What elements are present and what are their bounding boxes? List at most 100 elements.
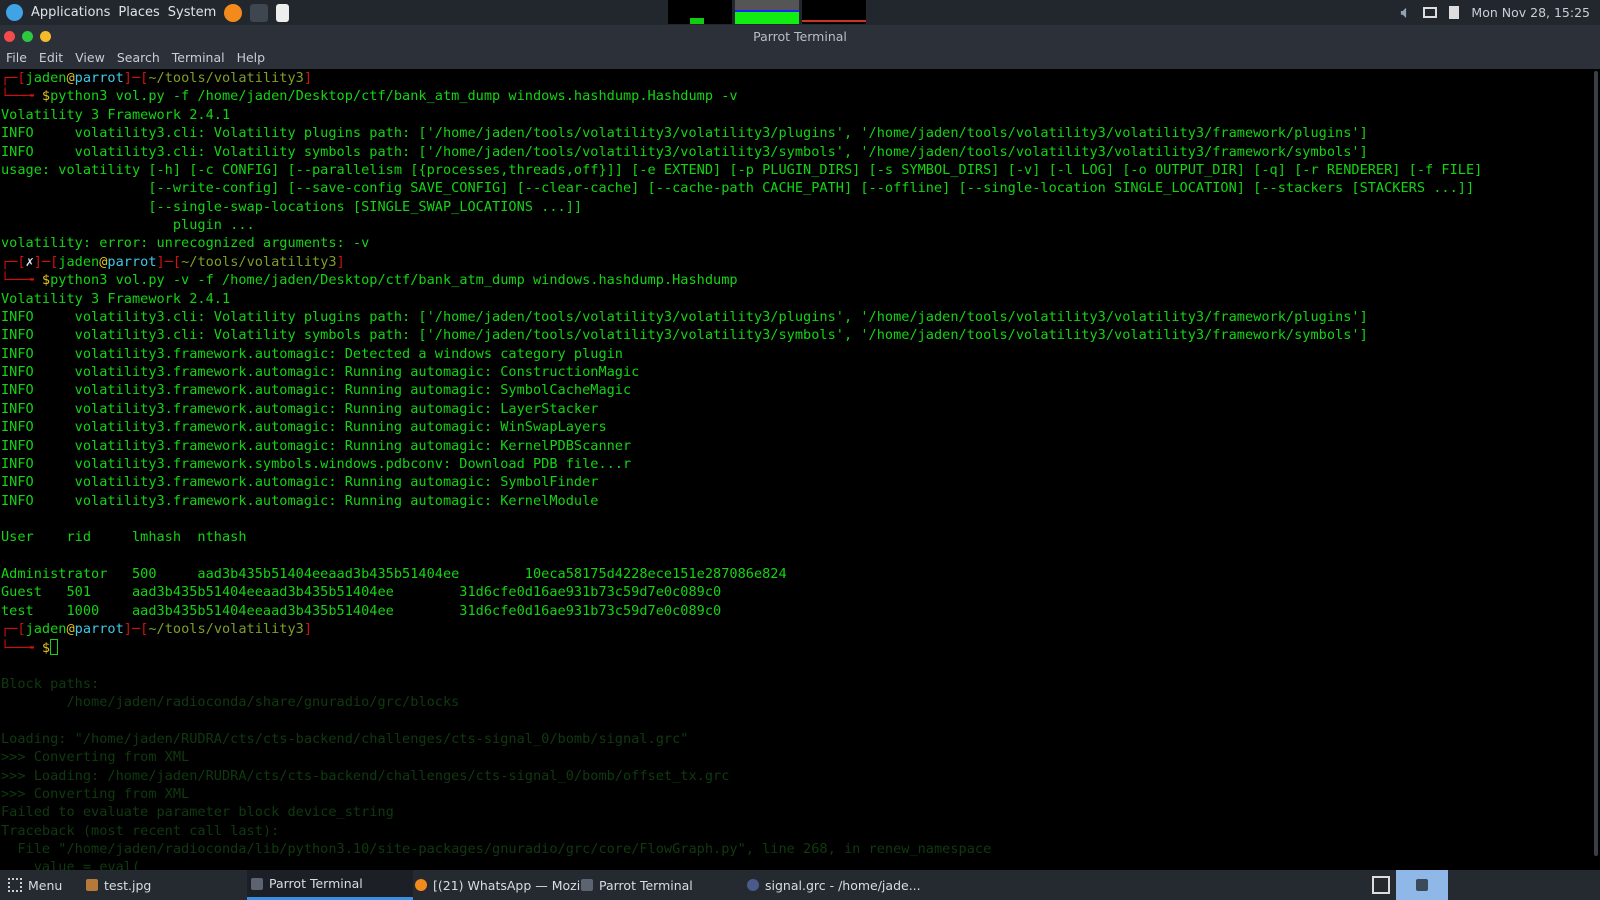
- image-icon: [86, 879, 98, 891]
- terminal-line: Guest 501 aad3b435b51404eeaad3b435b51404…: [1, 583, 1482, 601]
- terminal-line: ┌─[jaden@parrot]─[~/tools/volatility3]: [1, 620, 1482, 638]
- terminal-text: INFO volatility3.framework.automagic: Ru…: [1, 474, 599, 491]
- terminal-text: ~/tools/volatility3: [181, 253, 337, 270]
- terminal-text: ]: [336, 253, 345, 270]
- terminal-line: └──╼ $python3 vol.py -v -f /home/jaden/D…: [1, 271, 1482, 289]
- menu-system[interactable]: System: [168, 5, 216, 20]
- terminal-text: ]─[: [156, 253, 182, 270]
- terminal-text: parrot: [74, 621, 124, 638]
- ghost-line: Loading: "/home/jaden/RUDRA/cts/cts-back…: [1, 730, 689, 747]
- terminal-text: └──╼: [1, 88, 42, 105]
- terminal-text: └──╼: [1, 272, 42, 289]
- terminal-line: INFO volatility3.framework.automagic: Ru…: [1, 418, 1482, 436]
- task-label: test.jpg: [104, 877, 152, 893]
- top-panel: Applications Places System 🔈︎ Mon Nov 28…: [0, 0, 1600, 25]
- terminal-text: [--single-swap-locations [SINGLE_SWAP_LO…: [1, 198, 583, 215]
- terminal-text: parrot: [74, 70, 124, 86]
- task-parrot-terminal[interactable]: Parrot Terminal: [581, 870, 693, 900]
- menu-edit[interactable]: Edit: [33, 48, 69, 69]
- terminal-text: INFO volatility3.framework.automagic: Ru…: [1, 400, 599, 417]
- firefox-icon[interactable]: [224, 3, 243, 22]
- ghost-line: >>> Converting from XML: [1, 786, 190, 803]
- grid-icon: [8, 878, 22, 892]
- menu-file[interactable]: File: [0, 48, 33, 69]
- parrot-logo-icon[interactable]: [6, 4, 23, 21]
- network-graph: [802, 0, 866, 24]
- terminal-line: INFO volatility3.framework.automagic: Ru…: [1, 437, 1482, 455]
- terminal-text: test 1000 aad3b435b51404eeaad3b435b51404…: [1, 602, 722, 619]
- task-test-jpg[interactable]: test.jpg: [86, 870, 151, 900]
- terminal-text: Volatility 3 Framework 2.4.1: [1, 290, 231, 307]
- terminal-text: INFO volatility3.framework.automagic: De…: [1, 345, 623, 362]
- terminal-text: ]─[: [33, 253, 59, 270]
- menu-places[interactable]: Places: [118, 5, 159, 20]
- task-signal-grc[interactable]: signal.grc - /home/jade...: [747, 870, 921, 900]
- terminal-line: INFO volatility3.cli: Volatility symbols…: [1, 143, 1482, 161]
- terminal-line: Volatility 3 Framework 2.4.1: [1, 106, 1482, 124]
- terminal-icon: [581, 879, 593, 891]
- display-icon[interactable]: [1423, 7, 1438, 18]
- menu-terminal[interactable]: Terminal: [166, 48, 231, 69]
- scrollbar[interactable]: [1594, 71, 1598, 856]
- terminal-text: INFO volatility3.cli: Volatility plugins…: [1, 125, 1368, 142]
- battery-icon[interactable]: [1449, 6, 1460, 19]
- ghost-line: value = eval(: [1, 859, 141, 870]
- gnuradio-icon: [747, 879, 759, 891]
- terminal-line: INFO volatility3.cli: Volatility plugins…: [1, 124, 1482, 142]
- terminal-text: Guest 501 aad3b435b51404eeaad3b435b51404…: [1, 584, 722, 601]
- menu-help[interactable]: Help: [231, 48, 272, 69]
- menu-label: Menu: [28, 877, 63, 893]
- menu-applications[interactable]: Applications: [31, 5, 110, 20]
- memory-graph: [735, 0, 799, 24]
- window-title: Parrot Terminal: [753, 29, 847, 44]
- task-parrot-terminal-active[interactable]: Parrot Terminal: [247, 870, 413, 900]
- volume-icon[interactable]: 🔈︎: [1401, 2, 1412, 23]
- menu-view[interactable]: View: [69, 48, 111, 69]
- terminal-text: python3 vol.py -v -f /home/jaden/Desktop…: [50, 272, 738, 289]
- task-whatsapp-firefox[interactable]: [(21) WhatsApp — Mozi...: [415, 870, 592, 900]
- clock[interactable]: Mon Nov 28, 15:25: [1471, 5, 1590, 20]
- terminal-text: INFO volatility3.framework.symbols.windo…: [1, 455, 632, 472]
- task-label: signal.grc - /home/jade...: [765, 877, 921, 893]
- terminal-text: parrot: [107, 253, 157, 270]
- terminal-text: @: [66, 621, 75, 638]
- terminal-text: ~/tools/volatility3: [148, 70, 304, 86]
- terminal-text: ]─[: [123, 621, 149, 638]
- terminal-text: volatility: error: unrecognized argument…: [1, 235, 370, 252]
- terminal-line: test 1000 aad3b435b51404eeaad3b435b51404…: [1, 602, 1482, 620]
- terminal-text: $: [41, 272, 51, 289]
- text-editor-icon[interactable]: [276, 3, 290, 22]
- terminal-text: Administrator 500 aad3b435b51404eeaad3b4…: [1, 566, 787, 583]
- terminal-text: jaden: [25, 70, 67, 86]
- workspace-switcher[interactable]: [1396, 870, 1448, 900]
- taskbar-menu-button[interactable]: Menu: [8, 870, 62, 900]
- terminal-text: usage: volatility [-h] [-c CONFIG] [--pa…: [1, 161, 1483, 178]
- terminal-text: ]: [303, 70, 313, 86]
- terminal-text: INFO volatility3.framework.automagic: Ru…: [1, 437, 632, 454]
- terminal-text: ┌─[: [1, 70, 26, 86]
- zim-icon[interactable]: [1372, 870, 1390, 900]
- terminal-line: volatility: error: unrecognized argument…: [1, 234, 1482, 252]
- terminal-text: jaden: [25, 621, 67, 638]
- terminal-text: INFO volatility3.framework.automagic: Ru…: [1, 492, 599, 509]
- terminal-line: INFO volatility3.framework.automagic: Ru…: [1, 400, 1482, 418]
- window-titlebar[interactable]: Parrot Terminal: [0, 25, 1600, 48]
- terminal-text: $: [41, 639, 51, 656]
- terminal-text: INFO volatility3.cli: Volatility symbols…: [1, 327, 1368, 344]
- menu-search[interactable]: Search: [111, 48, 166, 69]
- task-label: Parrot Terminal: [269, 876, 363, 891]
- terminal-icon[interactable]: [250, 3, 269, 22]
- terminal-text: ┌─[: [1, 621, 26, 638]
- ghost-line: Failed to evaluate parameter block devic…: [1, 804, 394, 821]
- terminal-text: $: [41, 88, 51, 105]
- terminal-text: User rid lmhash nthash: [1, 529, 247, 546]
- terminal-output[interactable]: Block paths: /home/jaden/radioconda/shar…: [0, 69, 1590, 870]
- ghost-line: Traceback (most recent call last):: [1, 822, 280, 839]
- terminal-cursor: [50, 638, 59, 655]
- terminal-line: INFO volatility3.framework.automagic: Ru…: [1, 473, 1482, 491]
- terminal-text: [--write-config] [--save-config SAVE_CON…: [1, 180, 1475, 197]
- terminal-line: INFO volatility3.cli: Volatility symbols…: [1, 326, 1482, 344]
- terminal-text: INFO volatility3.cli: Volatility symbols…: [1, 143, 1368, 160]
- firefox-icon: [415, 879, 427, 891]
